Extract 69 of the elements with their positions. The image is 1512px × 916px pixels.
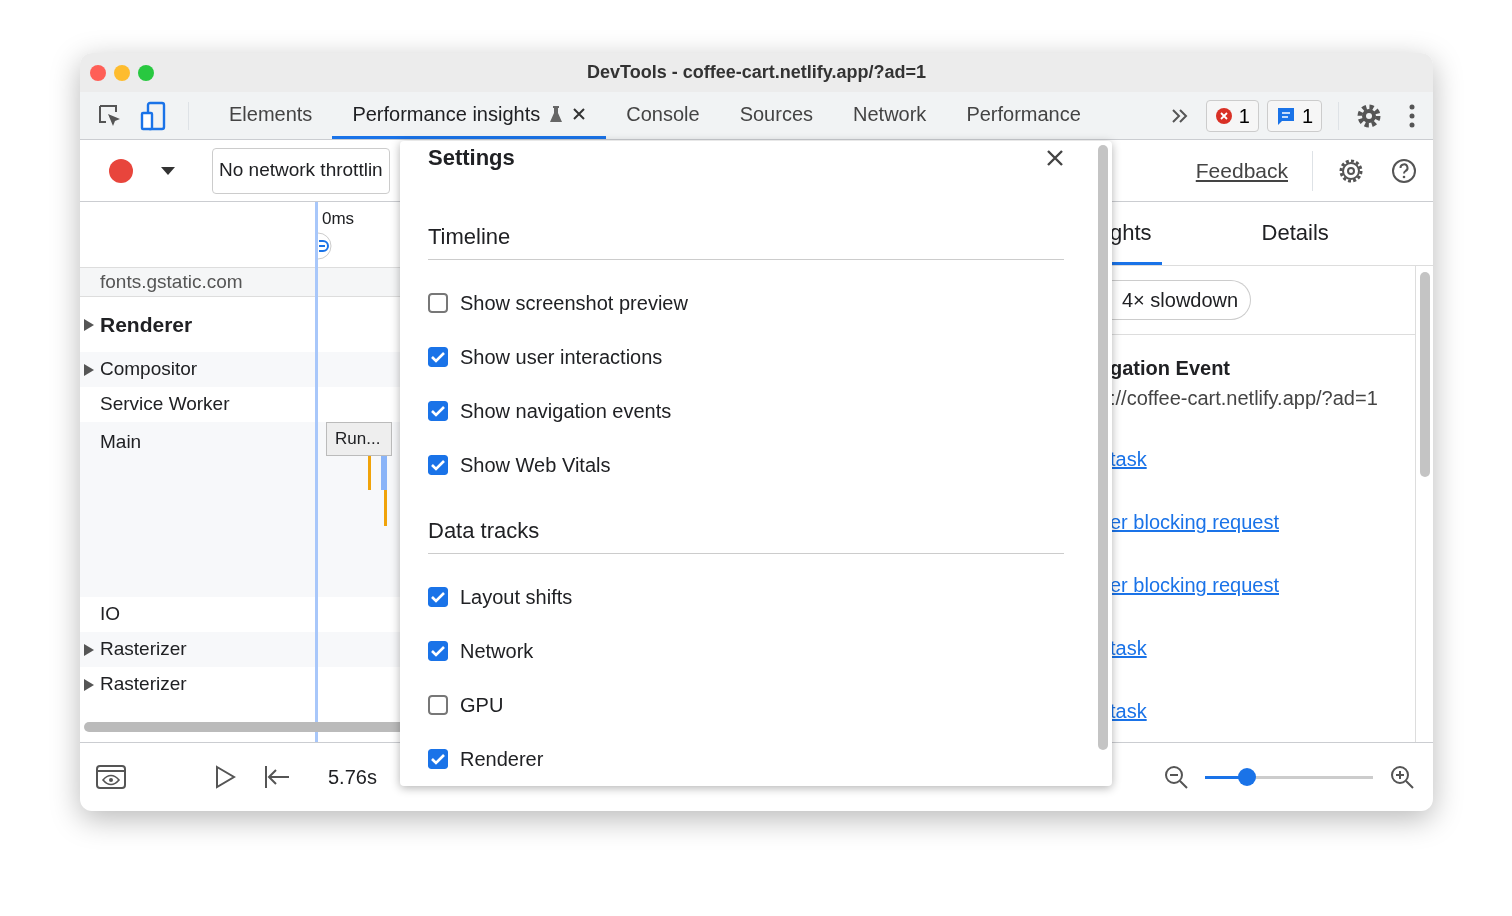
checkbox-option[interactable]: Renderer (428, 732, 1064, 786)
track-label: fonts.gstatic.com (100, 269, 243, 294)
record-button[interactable] (108, 157, 134, 184)
play-icon[interactable] (214, 765, 236, 789)
task-block[interactable]: Run... (326, 422, 392, 456)
zoom-out-icon[interactable] (1163, 764, 1189, 790)
checkbox-option[interactable]: GPU (428, 678, 1064, 732)
track-label: Rasterizer (100, 672, 187, 697)
help-icon[interactable] (1391, 157, 1417, 184)
dialog-title: Settings (428, 144, 515, 172)
jump-to-start-icon[interactable] (264, 765, 290, 789)
checkbox[interactable] (428, 749, 448, 769)
track-label: Renderer (100, 311, 193, 338)
window-title: DevTools - coffee-cart.netlify.app/?ad=1 (587, 61, 926, 84)
collapsed-icon[interactable] (84, 318, 94, 331)
track-label: Rasterizer (100, 637, 187, 662)
panel-tab[interactable]: Elements (209, 92, 333, 139)
collapsed-icon[interactable] (84, 678, 94, 691)
insight-link[interactable]: task (1110, 444, 1147, 474)
section-heading: Timeline (428, 220, 1064, 260)
zoom-slider[interactable] (1205, 768, 1373, 786)
panel-tab[interactable]: Console (606, 92, 720, 139)
checkbox-option[interactable]: Layout shifts (428, 570, 1064, 624)
checkbox-option[interactable]: Show user interactions (428, 330, 1064, 384)
close-button[interactable] (90, 65, 106, 81)
checkbox[interactable] (428, 347, 448, 367)
checkbox[interactable] (428, 401, 448, 421)
insight-link[interactable]: task (1110, 633, 1147, 663)
slider-thumb[interactable] (1238, 768, 1256, 786)
collapsed-icon[interactable] (84, 363, 94, 376)
track-label: Compositor (100, 357, 198, 382)
panel-tab[interactable]: Network (833, 92, 947, 139)
time-tick: 0ms (322, 208, 356, 230)
close-icon[interactable] (572, 107, 587, 121)
section-heading: Data tracks (428, 514, 1064, 554)
checkbox-option[interactable]: Show navigation events (428, 384, 1064, 438)
collapsed-icon[interactable] (84, 643, 94, 656)
close-icon[interactable] (1046, 148, 1064, 167)
dropdown-icon[interactable] (160, 165, 176, 176)
screenshot-toggle-icon[interactable] (96, 765, 126, 789)
device-icon[interactable] (140, 100, 168, 131)
checkbox-option[interactable]: Network (428, 624, 1064, 678)
issue-counter[interactable]: 1 (1205, 99, 1259, 132)
feedback-link[interactable]: Feedback (1195, 154, 1288, 187)
flask-icon (550, 106, 563, 122)
dialog-scrollbar[interactable] (1098, 145, 1108, 750)
throttling-select[interactable]: No network throttlin (212, 147, 390, 194)
track-label: IO (100, 602, 121, 627)
checkbox[interactable] (428, 695, 448, 715)
panel-tab[interactable]: Performance (946, 92, 1101, 139)
issue-counter[interactable]: 1 (1266, 99, 1322, 132)
panel-tab[interactable]: Sources (719, 92, 833, 139)
event-title: gation Event (1110, 356, 1231, 381)
time-readout: 5.76s (328, 765, 377, 790)
checkbox[interactable] (428, 293, 448, 313)
checkbox[interactable] (428, 587, 448, 607)
checkbox[interactable] (428, 641, 448, 661)
track-label: Main (100, 430, 142, 454)
panel-tab[interactable]: Details (1161, 202, 1329, 265)
vertical-scrollbar[interactable] (1419, 272, 1430, 477)
error-icon (1214, 106, 1233, 125)
checkbox-option[interactable]: Show screenshot preview (428, 276, 1064, 330)
zoom-in-icon[interactable] (1389, 764, 1415, 790)
track-label: Service Worker (100, 392, 230, 417)
insight-link[interactable]: task (1110, 696, 1147, 726)
checkbox[interactable] (428, 455, 448, 475)
message-icon (1275, 105, 1296, 126)
checkbox-option[interactable]: Show Web Vitals (428, 438, 1064, 492)
event-url: ://coffee-cart.netlify.app/?ad=1 (1110, 386, 1379, 411)
